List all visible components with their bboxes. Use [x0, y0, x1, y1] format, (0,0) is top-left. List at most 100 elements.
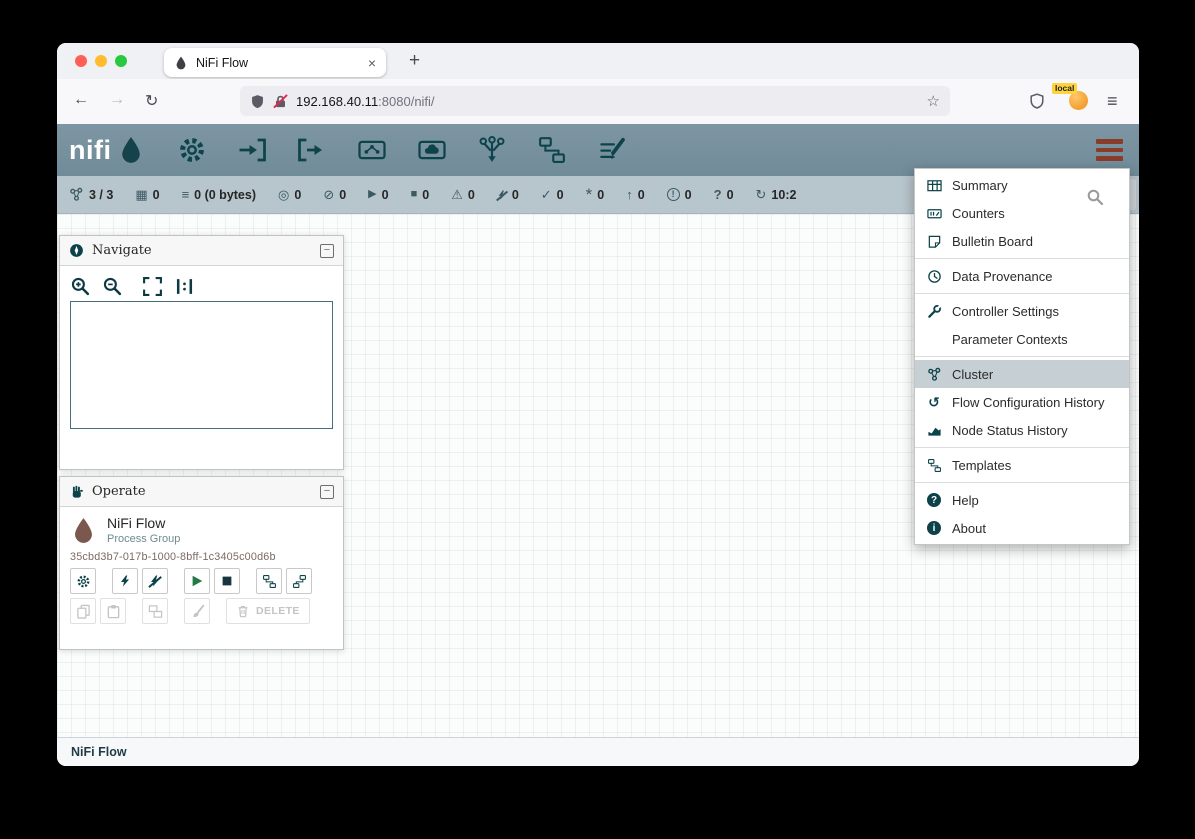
status-stale: ↑ 0 — [626, 188, 644, 202]
output-port-component-icon[interactable] — [297, 135, 327, 165]
status-transmitting: ◎ 0 — [278, 188, 301, 202]
url-bar[interactable]: 192.168.40.11:8080/nifi/ ☆ — [240, 86, 950, 116]
process-group-drop-icon — [70, 517, 97, 544]
tracking-shield-icon[interactable] — [250, 94, 265, 109]
zoom-in-button[interactable] — [70, 276, 91, 297]
back-button[interactable]: ← — [73, 91, 89, 109]
url-text: 192.168.40.11:8080/nifi/ — [296, 94, 435, 109]
menu-item-controller-settings[interactable]: Controller Settings — [915, 297, 1129, 325]
fill-color-button[interactable] — [184, 598, 210, 624]
nifi-favicon-icon — [174, 56, 188, 70]
profile-avatar[interactable]: local — [1069, 91, 1088, 110]
zoom-fit-button[interactable] — [142, 276, 163, 297]
history-icon: ↺ — [926, 394, 942, 411]
tab-bar: NiFi Flow × + — [57, 43, 1139, 79]
disabled-icon — [497, 189, 507, 201]
cluster-icon — [926, 367, 942, 382]
navigate-compass-icon — [69, 243, 84, 258]
hamburger-bar — [1096, 156, 1123, 161]
delete-button[interactable]: DELETE — [226, 598, 310, 624]
processor-component-icon[interactable] — [177, 135, 207, 165]
menu-item-help[interactable]: ? Help — [915, 486, 1129, 514]
menu-item-node-status-history[interactable]: Node Status History — [915, 416, 1129, 444]
browser-menu-button[interactable]: ≡ — [1107, 91, 1118, 112]
group-button[interactable] — [142, 598, 168, 624]
configuration-button[interactable] — [70, 568, 96, 594]
menu-divider — [915, 482, 1129, 483]
locally-modified-stale-count: 0 — [685, 188, 692, 202]
invalid-count: 0 — [468, 188, 475, 202]
navigation-bar: ← → ↻ 192.168.40.11:8080/nifi/ ☆ local ≡ — [57, 79, 1139, 124]
minimize-window-button[interactable] — [95, 55, 107, 67]
chart-icon — [926, 423, 942, 438]
paste-button[interactable] — [100, 598, 126, 624]
stop-button[interactable] — [214, 568, 240, 594]
queued-count: 0 (0 bytes) — [194, 188, 256, 202]
menu-item-bulletin-board[interactable]: Bulletin Board — [915, 227, 1129, 255]
scrollbar[interactable] — [1129, 179, 1136, 210]
status-invalid: ⚠ 0 — [451, 188, 475, 202]
status-connected-nodes: 3 / 3 — [69, 187, 113, 202]
zoom-window-button[interactable] — [115, 55, 127, 67]
navigate-panel-header: Navigate − — [60, 236, 343, 266]
new-tab-button[interactable]: + — [401, 47, 428, 75]
menu-divider — [915, 356, 1129, 357]
active-threads-count: 0 — [153, 188, 160, 202]
refresh-icon[interactable]: ↻ — [756, 188, 767, 201]
breadcrumb[interactable]: NiFi Flow — [71, 745, 127, 759]
help-icon: ? — [926, 493, 942, 507]
insecure-lock-icon[interactable] — [273, 94, 288, 109]
start-button[interactable] — [184, 568, 210, 594]
remote-process-group-component-icon[interactable] — [417, 135, 447, 165]
collapse-navigate-button[interactable]: − — [320, 244, 334, 258]
running-count: 0 — [382, 188, 389, 202]
stale-icon: ↑ — [626, 188, 633, 201]
template-component-icon[interactable] — [537, 135, 567, 165]
zoom-out-button[interactable] — [102, 276, 123, 297]
reload-button[interactable]: ↻ — [145, 91, 158, 111]
sync-failure-icon: ? — [714, 188, 722, 201]
stopped-count: 0 — [422, 188, 429, 202]
menu-item-flow-configuration-history[interactable]: ↺ Flow Configuration History — [915, 388, 1129, 416]
menu-item-cluster[interactable]: Cluster — [915, 360, 1129, 388]
menu-item-about[interactable]: i About — [915, 514, 1129, 542]
menu-divider — [915, 258, 1129, 259]
create-template-button[interactable] — [256, 568, 282, 594]
trash-icon — [236, 604, 250, 618]
delete-button-label: DELETE — [256, 605, 300, 617]
status-locally-modified-stale: ! 0 — [667, 188, 692, 202]
close-window-button[interactable] — [75, 55, 87, 67]
upload-template-button[interactable] — [286, 568, 312, 594]
funnel-component-icon[interactable] — [477, 135, 507, 165]
birdseye-view[interactable] — [70, 301, 333, 429]
process-group-component-icon[interactable] — [357, 135, 387, 165]
locally-modified-count: 0 — [597, 188, 604, 202]
browser-tab[interactable]: NiFi Flow × — [164, 48, 386, 77]
menu-item-data-provenance[interactable]: Data Provenance — [915, 262, 1129, 290]
enable-button[interactable] — [112, 568, 138, 594]
copy-button[interactable] — [70, 598, 96, 624]
input-port-component-icon[interactable] — [237, 135, 267, 165]
menu-item-templates[interactable]: Templates — [915, 451, 1129, 479]
collapse-operate-button[interactable]: − — [320, 485, 334, 499]
selected-flow-id: 35cbd3b7-017b-1000-8bff-1c3405c00d6b — [70, 551, 333, 563]
menu-item-parameter-contexts[interactable]: Parameter Contexts — [915, 325, 1129, 353]
provenance-icon — [926, 269, 942, 284]
zoom-actual-size-button[interactable] — [174, 276, 195, 297]
transmitting-icon: ◎ — [278, 188, 289, 201]
close-tab-icon[interactable]: × — [368, 55, 376, 71]
forward-button[interactable]: → — [109, 91, 125, 109]
label-component-icon[interactable] — [597, 135, 627, 165]
menu-divider — [915, 447, 1129, 448]
url-host: 192.168.40.11 — [296, 94, 378, 109]
nifi-logo: nifi — [69, 136, 145, 164]
running-icon: ▶ — [368, 189, 376, 200]
counters-icon — [926, 206, 942, 221]
global-menu-button[interactable] — [1096, 139, 1123, 161]
disable-button[interactable] — [142, 568, 168, 594]
bookmark-star-icon[interactable]: ☆ — [927, 92, 940, 110]
nifi-logo-text: nifi — [69, 137, 112, 164]
bulletin-note-icon — [926, 234, 942, 249]
privacy-shield-icon[interactable] — [1029, 93, 1045, 109]
search-icon[interactable] — [1086, 188, 1104, 206]
